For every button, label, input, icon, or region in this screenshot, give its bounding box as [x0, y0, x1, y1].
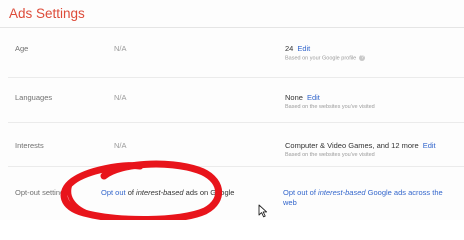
page-title: Ads Settings	[9, 6, 85, 21]
languages-na-value: N/A	[114, 93, 127, 102]
interests-source-note: Based on the websites you've visited	[285, 152, 375, 158]
interests-label: Interests	[15, 141, 44, 150]
optout-google-link[interactable]: Opt out of interest-based ads on Google	[101, 188, 234, 197]
mouse-pointer-icon	[258, 204, 268, 218]
age-label: Age	[15, 44, 29, 53]
languages-edit-link[interactable]: Edit	[307, 93, 320, 102]
optout-google-link-post: ads on Google	[183, 188, 235, 197]
optout-web-link-line2[interactable]: web	[283, 198, 297, 207]
languages-value-text: None	[285, 93, 303, 102]
optout-google-link-mid: of	[125, 188, 137, 197]
red-circle-annotation	[60, 160, 223, 220]
languages-label: Languages	[15, 93, 53, 102]
interests-value-text: Computer & Video Games, and 12 more	[285, 141, 419, 150]
interests-edit-link[interactable]: Edit	[423, 141, 436, 150]
optout-label: Opt-out settings	[15, 188, 68, 197]
optout-web-link-pre: Opt out of	[283, 188, 319, 197]
row-divider	[8, 77, 464, 78]
age-source-note: Based on your Google profile?	[285, 55, 366, 62]
header-divider	[0, 27, 464, 28]
row-divider	[8, 122, 464, 123]
optout-google-link-emph: interest-based	[136, 188, 184, 197]
interests-value: Computer & Video Games, and 12 more Edit	[285, 141, 436, 150]
languages-source-note: Based on the websites you've visited	[285, 104, 375, 110]
question-mark-icon[interactable]: ?	[359, 55, 366, 61]
age-source-text: Based on your Google profile	[285, 55, 357, 62]
optout-web-link-post: Google ads across the	[365, 188, 443, 197]
age-na-value: N/A	[114, 44, 127, 53]
optout-web-link[interactable]: Opt out of interest-based Google ads acr…	[283, 188, 443, 197]
row-divider	[8, 166, 464, 167]
ads-settings-page: Ads Settings Age N/A 24 Edit Based on you…	[0, 0, 464, 220]
page-header: Ads Settings	[0, 0, 464, 28]
interests-na-value: N/A	[114, 141, 127, 150]
optout-google-link-pre: Opt out	[101, 188, 126, 197]
age-edit-link[interactable]: Edit	[297, 44, 310, 53]
age-value-text: 24	[285, 44, 294, 53]
optout-web-link-emph: interest-based	[318, 188, 366, 197]
age-value: 24 Edit	[285, 44, 310, 53]
languages-value: None Edit	[285, 93, 320, 102]
